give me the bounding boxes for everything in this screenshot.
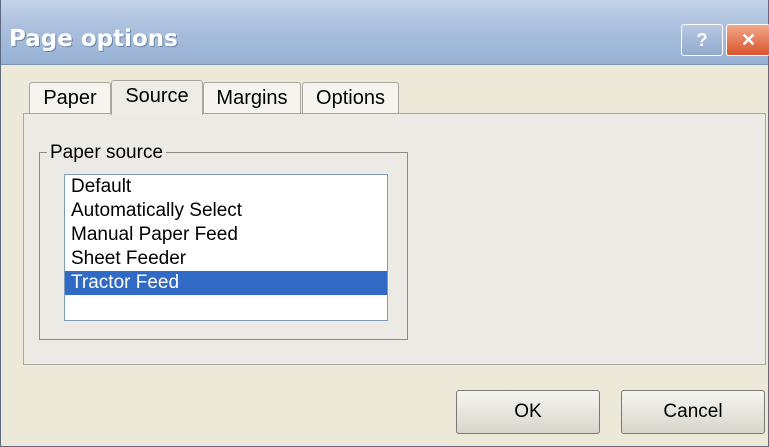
list-item-manual-paper-feed[interactable]: Manual Paper Feed: [65, 223, 387, 247]
tab-source[interactable]: Source: [111, 80, 203, 115]
ok-button[interactable]: OK: [456, 390, 600, 434]
help-button[interactable]: ?: [681, 24, 723, 56]
tab-paper[interactable]: Paper: [29, 82, 111, 114]
title-bar[interactable]: Page options ? ✕: [1, 0, 769, 65]
tab-margins[interactable]: Margins: [203, 82, 301, 114]
paper-source-label: Paper source: [47, 142, 167, 164]
cancel-button[interactable]: Cancel: [621, 390, 765, 434]
page-options-dialog: Page options ? ✕ Paper Source Margins Op…: [0, 0, 769, 447]
list-item-default[interactable]: Default: [65, 175, 387, 199]
dialog-title: Page options: [9, 26, 178, 52]
tab-options[interactable]: Options: [302, 82, 399, 114]
close-button[interactable]: ✕: [726, 24, 769, 56]
list-item-sheet-feeder[interactable]: Sheet Feeder: [65, 247, 387, 271]
list-item-tractor-feed[interactable]: Tractor Feed: [65, 271, 387, 295]
help-icon: ?: [696, 29, 708, 50]
close-icon: ✕: [740, 29, 757, 50]
list-item-automatically-select[interactable]: Automatically Select: [65, 199, 387, 223]
paper-source-list[interactable]: Default Automatically Select Manual Pape…: [64, 174, 388, 321]
